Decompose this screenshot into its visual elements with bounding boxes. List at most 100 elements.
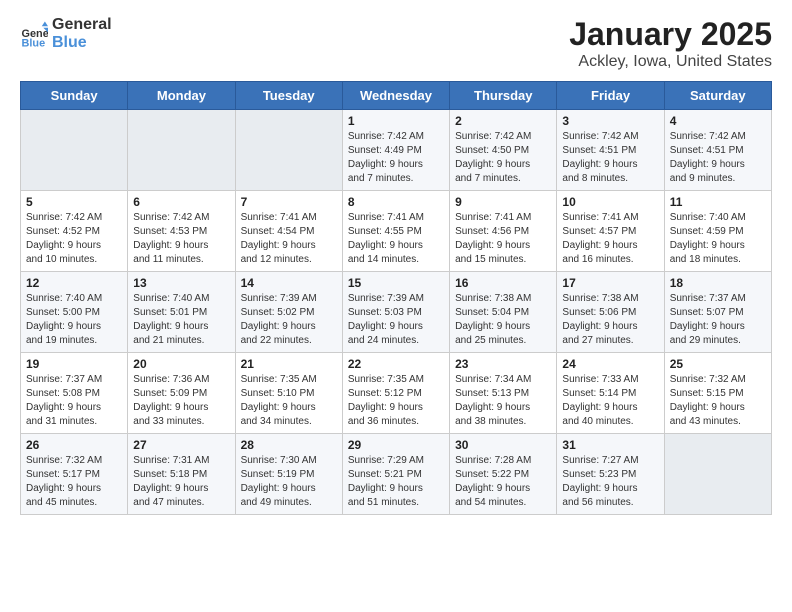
day-number: 20 [133,357,229,371]
day-number: 5 [26,195,122,209]
day-number: 1 [348,114,444,128]
calendar-cell: 28 Sunrise: 7:30 AM Sunset: 5:19 PM Dayli… [235,434,342,515]
calendar-cell: 1 Sunrise: 7:42 AM Sunset: 4:49 PM Daylig… [342,110,449,191]
day-info: Sunrise: 7:39 AM Sunset: 5:02 PM Dayligh… [241,292,337,348]
day-info: Sunrise: 7:30 AM Sunset: 5:19 PM Dayligh… [241,454,337,510]
weekday-header-thursday: Thursday [450,82,557,110]
day-info: Sunrise: 7:42 AM Sunset: 4:49 PM Dayligh… [348,130,444,186]
day-info: Sunrise: 7:34 AM Sunset: 5:13 PM Dayligh… [455,373,551,429]
calendar-cell: 8 Sunrise: 7:41 AM Sunset: 4:55 PM Daylig… [342,191,449,272]
weekday-header-sunday: Sunday [21,82,128,110]
day-number: 17 [562,276,658,290]
calendar-cell [21,110,128,191]
calendar-cell: 24 Sunrise: 7:33 AM Sunset: 5:14 PM Dayli… [557,353,664,434]
day-number: 27 [133,438,229,452]
calendar-cell: 15 Sunrise: 7:39 AM Sunset: 5:03 PM Dayli… [342,272,449,353]
day-info: Sunrise: 7:40 AM Sunset: 4:59 PM Dayligh… [670,211,766,267]
logo: General Blue General Blue [20,16,112,51]
day-info: Sunrise: 7:38 AM Sunset: 5:06 PM Dayligh… [562,292,658,348]
calendar-cell: 29 Sunrise: 7:29 AM Sunset: 5:21 PM Dayli… [342,434,449,515]
calendar-cell: 14 Sunrise: 7:39 AM Sunset: 5:02 PM Dayli… [235,272,342,353]
title-block: January 2025 Ackley, Iowa, United States [569,16,772,71]
day-number: 14 [241,276,337,290]
page-title: January 2025 [569,16,772,53]
calendar-cell: 23Sunrise: 7:34 AM Sunset: 5:13 PM Dayli… [450,353,557,434]
calendar-cell: 7 Sunrise: 7:41 AM Sunset: 4:54 PM Daylig… [235,191,342,272]
calendar-cell: 10Sunrise: 7:41 AM Sunset: 4:57 PM Dayli… [557,191,664,272]
day-info: Sunrise: 7:41 AM Sunset: 4:54 PM Dayligh… [241,211,337,267]
day-number: 7 [241,195,337,209]
calendar-cell: 6 Sunrise: 7:42 AM Sunset: 4:53 PM Daylig… [128,191,235,272]
calendar-cell: 19 Sunrise: 7:37 AM Sunset: 5:08 PM Dayli… [21,353,128,434]
day-info: Sunrise: 7:42 AM Sunset: 4:51 PM Dayligh… [670,130,766,186]
day-number: 11 [670,195,766,209]
day-info: Sunrise: 7:32 AM Sunset: 5:15 PM Dayligh… [670,373,766,429]
day-info: Sunrise: 7:42 AM Sunset: 4:51 PM Dayligh… [562,130,658,186]
weekday-header-friday: Friday [557,82,664,110]
day-info: Sunrise: 7:38 AM Sunset: 5:04 PM Dayligh… [455,292,551,348]
day-number: 24 [562,357,658,371]
page-subtitle: Ackley, Iowa, United States [569,53,772,71]
day-info: Sunrise: 7:35 AM Sunset: 5:12 PM Dayligh… [348,373,444,429]
calendar-cell: 9 Sunrise: 7:41 AM Sunset: 4:56 PM Daylig… [450,191,557,272]
calendar-cell: 11 Sunrise: 7:40 AM Sunset: 4:59 PM Dayli… [664,191,771,272]
calendar-cell: 27 Sunrise: 7:31 AM Sunset: 5:18 PM Dayli… [128,434,235,515]
calendar-cell [664,434,771,515]
day-info: Sunrise: 7:28 AM Sunset: 5:22 PM Dayligh… [455,454,551,510]
day-number: 6 [133,195,229,209]
day-number: 22 [348,357,444,371]
calendar-cell: 16Sunrise: 7:38 AM Sunset: 5:04 PM Dayli… [450,272,557,353]
calendar-cell: 3 Sunrise: 7:42 AM Sunset: 4:51 PM Daylig… [557,110,664,191]
day-number: 4 [670,114,766,128]
day-number: 13 [133,276,229,290]
calendar-table: SundayMondayTuesdayWednesdayThursdayFrid… [20,81,772,515]
day-info: Sunrise: 7:42 AM Sunset: 4:53 PM Dayligh… [133,211,229,267]
day-info: Sunrise: 7:29 AM Sunset: 5:21 PM Dayligh… [348,454,444,510]
day-number: 29 [348,438,444,452]
day-number: 8 [348,195,444,209]
calendar-cell: 20Sunrise: 7:36 AM Sunset: 5:09 PM Dayli… [128,353,235,434]
day-info: Sunrise: 7:32 AM Sunset: 5:17 PM Dayligh… [26,454,122,510]
weekday-header-tuesday: Tuesday [235,82,342,110]
day-number: 26 [26,438,122,452]
day-info: Sunrise: 7:27 AM Sunset: 5:23 PM Dayligh… [562,454,658,510]
calendar-cell [128,110,235,191]
day-number: 30 [455,438,551,452]
calendar-cell: 25Sunrise: 7:32 AM Sunset: 5:15 PM Dayli… [664,353,771,434]
day-info: Sunrise: 7:37 AM Sunset: 5:08 PM Dayligh… [26,373,122,429]
day-number: 21 [241,357,337,371]
day-info: Sunrise: 7:41 AM Sunset: 4:55 PM Dayligh… [348,211,444,267]
day-info: Sunrise: 7:40 AM Sunset: 5:00 PM Dayligh… [26,292,122,348]
calendar-cell: 13 Sunrise: 7:40 AM Sunset: 5:01 PM Dayli… [128,272,235,353]
calendar-cell: 22 Sunrise: 7:35 AM Sunset: 5:12 PM Dayli… [342,353,449,434]
page-header: General Blue General Blue January 2025 A… [20,16,772,71]
day-info: Sunrise: 7:39 AM Sunset: 5:03 PM Dayligh… [348,292,444,348]
calendar-cell: 12 Sunrise: 7:40 AM Sunset: 5:00 PM Dayli… [21,272,128,353]
calendar-cell: 18 Sunrise: 7:37 AM Sunset: 5:07 PM Dayli… [664,272,771,353]
calendar-cell: 30 Sunrise: 7:28 AM Sunset: 5:22 PM Dayli… [450,434,557,515]
day-number: 19 [26,357,122,371]
day-number: 3 [562,114,658,128]
logo-icon: General Blue [20,20,48,48]
calendar-cell: 4 Sunrise: 7:42 AM Sunset: 4:51 PM Daylig… [664,110,771,191]
weekday-header-wednesday: Wednesday [342,82,449,110]
calendar-cell: 31Sunrise: 7:27 AM Sunset: 5:23 PM Dayli… [557,434,664,515]
day-number: 15 [348,276,444,290]
weekday-header-monday: Monday [128,82,235,110]
day-info: Sunrise: 7:40 AM Sunset: 5:01 PM Dayligh… [133,292,229,348]
day-number: 2 [455,114,551,128]
calendar-cell: 17 Sunrise: 7:38 AM Sunset: 5:06 PM Dayli… [557,272,664,353]
day-info: Sunrise: 7:31 AM Sunset: 5:18 PM Dayligh… [133,454,229,510]
day-info: Sunrise: 7:41 AM Sunset: 4:56 PM Dayligh… [455,211,551,267]
day-number: 12 [26,276,122,290]
day-number: 18 [670,276,766,290]
day-number: 9 [455,195,551,209]
day-info: Sunrise: 7:37 AM Sunset: 5:07 PM Dayligh… [670,292,766,348]
calendar-cell: 26 Sunrise: 7:32 AM Sunset: 5:17 PM Dayli… [21,434,128,515]
day-info: Sunrise: 7:33 AM Sunset: 5:14 PM Dayligh… [562,373,658,429]
day-info: Sunrise: 7:35 AM Sunset: 5:10 PM Dayligh… [241,373,337,429]
day-number: 10 [562,195,658,209]
calendar-cell [235,110,342,191]
day-info: Sunrise: 7:42 AM Sunset: 4:52 PM Dayligh… [26,211,122,267]
day-number: 28 [241,438,337,452]
